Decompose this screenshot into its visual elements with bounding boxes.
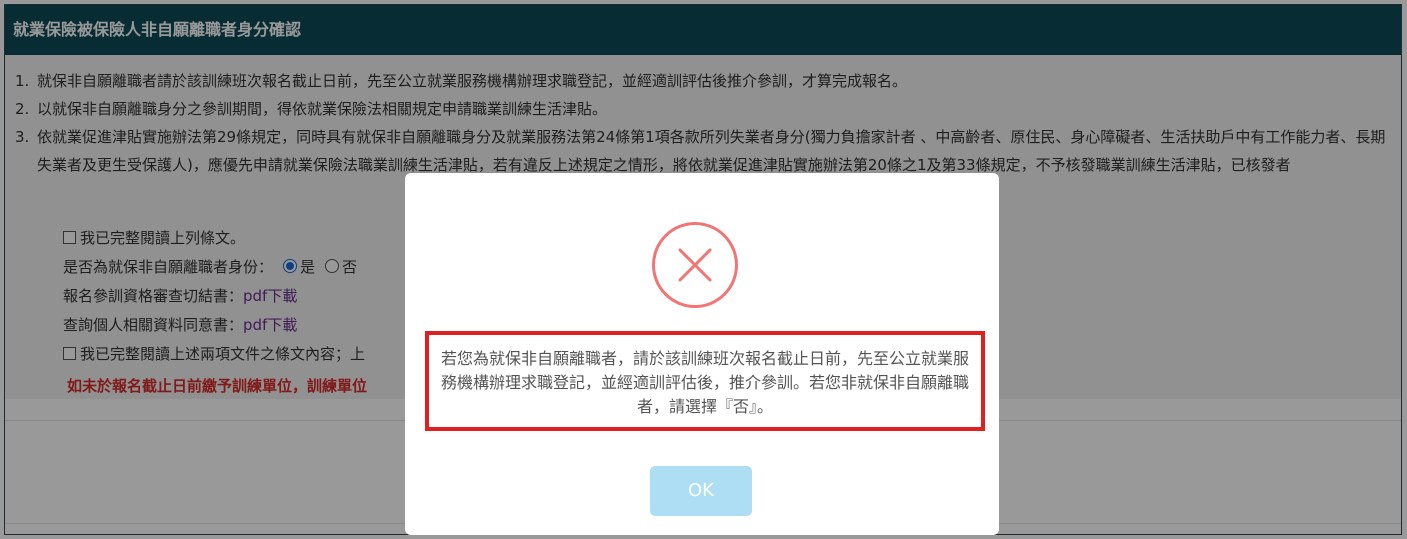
- ok-button[interactable]: OK: [650, 466, 752, 516]
- alert-dialog: 若您為就保非自願離職者，請於該訓練班次報名截止日前，先至公立就業服務機構辦理求職…: [405, 173, 999, 535]
- dialog-message: 若您為就保非自願離職者，請於該訓練班次報名截止日前，先至公立就業服務機構辦理求職…: [425, 331, 985, 431]
- error-x-icon: [652, 222, 738, 308]
